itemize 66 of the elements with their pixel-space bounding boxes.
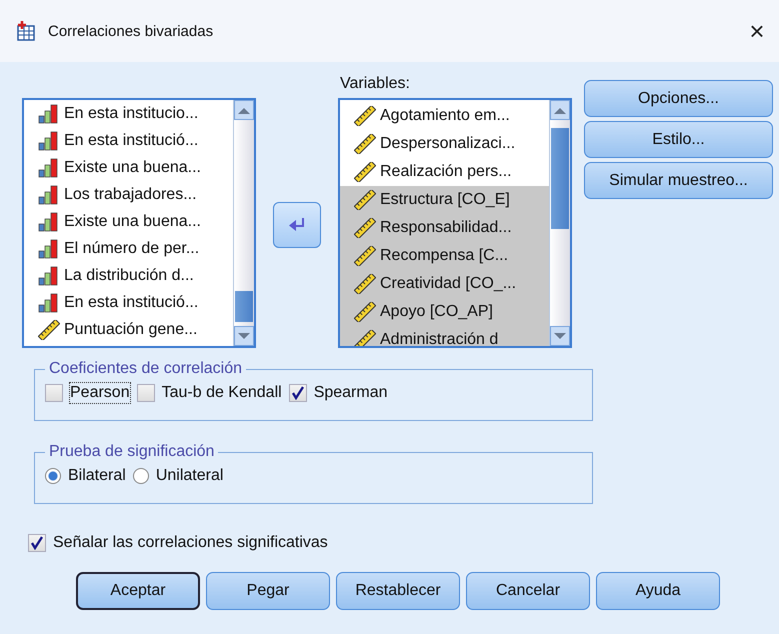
up-arrow-icon <box>554 106 566 114</box>
checkbox-label: Pearson <box>69 382 131 404</box>
scroll-down-button[interactable] <box>234 326 254 346</box>
scroll-up-button[interactable] <box>550 100 570 120</box>
bar-chart-icon <box>38 184 60 204</box>
scroll-thumb[interactable] <box>235 290 253 322</box>
dialog-button[interactable]: Ayuda <box>596 572 720 610</box>
variable-item[interactable]: La distribución d... <box>24 262 233 289</box>
variable-item[interactable]: Existe una buena... <box>24 208 233 235</box>
dialog-button[interactable]: Restablecer <box>336 572 460 610</box>
bar-chart-icon <box>38 130 60 150</box>
bar-chart-icon <box>38 104 60 124</box>
variable-item[interactable]: Agotamiento em... <box>340 102 549 130</box>
up-arrow-icon <box>238 106 250 114</box>
down-arrow-icon <box>554 332 566 340</box>
window-title: Correlaciones bivariadas <box>48 22 214 40</box>
radio-button[interactable] <box>132 468 149 484</box>
scrollbar[interactable] <box>549 100 570 346</box>
variable-item[interactable]: Los trabajadores... <box>24 181 233 208</box>
left-arrow-icon <box>289 218 305 232</box>
checkbox[interactable] <box>28 534 46 552</box>
checkbox-label: Señalar las correlaciones significativas <box>52 533 329 553</box>
variable-item[interactable]: Administración d <box>340 326 549 346</box>
bar-chart-icon <box>38 158 60 178</box>
radio-label: Unilateral <box>154 466 224 486</box>
group-title: Prueba de significación <box>48 443 216 461</box>
scroll-up-button[interactable] <box>234 100 254 120</box>
variable-item[interactable]: Apoyo [CO_AP] <box>340 298 549 326</box>
variable-item[interactable]: En esta institució... <box>24 127 233 154</box>
bar-chart-icon <box>38 292 60 312</box>
variable-item[interactable]: Responsabilidad... <box>340 214 549 242</box>
variable-item[interactable]: Creatividad [CO_... <box>340 270 549 298</box>
dialog-button[interactable]: Simular muestreo... <box>584 162 773 199</box>
bar-chart-icon <box>38 238 60 258</box>
close-button[interactable]: × <box>735 11 779 51</box>
dialog-button[interactable]: Estilo... <box>584 121 773 158</box>
dialog-button[interactable]: Cancelar <box>466 572 590 610</box>
variables-label: Variables: <box>339 74 411 94</box>
variable-item[interactable]: Recompensa [C... <box>340 242 549 270</box>
variable-item[interactable]: El número de per... <box>24 235 233 262</box>
scrollbar[interactable] <box>233 100 254 346</box>
variable-item[interactable]: En esta institucio... <box>24 100 233 127</box>
group-title: Coeficientes de correlación <box>48 360 243 378</box>
dialog-button[interactable]: Pegar <box>206 572 330 610</box>
checkbox[interactable] <box>45 384 63 402</box>
app-icon <box>16 20 38 42</box>
dialog-button[interactable]: Aceptar <box>76 572 200 610</box>
bar-chart-icon <box>38 266 60 286</box>
variable-item[interactable]: Realización pers... <box>340 158 549 186</box>
scroll-down-button[interactable] <box>550 326 570 346</box>
checkbox-label: Spearman <box>312 383 389 403</box>
variable-item[interactable]: Despersonalizaci... <box>340 130 549 158</box>
variable-item[interactable]: Estructura [CO_E] <box>340 186 549 214</box>
checkbox[interactable] <box>136 384 155 402</box>
move-arrow-button[interactable] <box>273 202 321 248</box>
bar-chart-icon <box>38 212 60 232</box>
scroll-thumb[interactable] <box>551 128 569 230</box>
radio-button[interactable] <box>45 468 61 484</box>
checkbox-label: Tau-b de Kendall <box>160 383 283 403</box>
radio-label: Bilateral <box>67 466 127 486</box>
dialog-button[interactable]: Opciones... <box>584 80 773 117</box>
checkbox[interactable] <box>288 384 307 402</box>
down-arrow-icon <box>238 332 250 340</box>
variable-item[interactable]: Existe una buena... <box>24 154 233 181</box>
variable-item[interactable]: Puntuación gene... <box>24 316 233 343</box>
variable-item[interactable]: En esta institució... <box>24 289 233 316</box>
